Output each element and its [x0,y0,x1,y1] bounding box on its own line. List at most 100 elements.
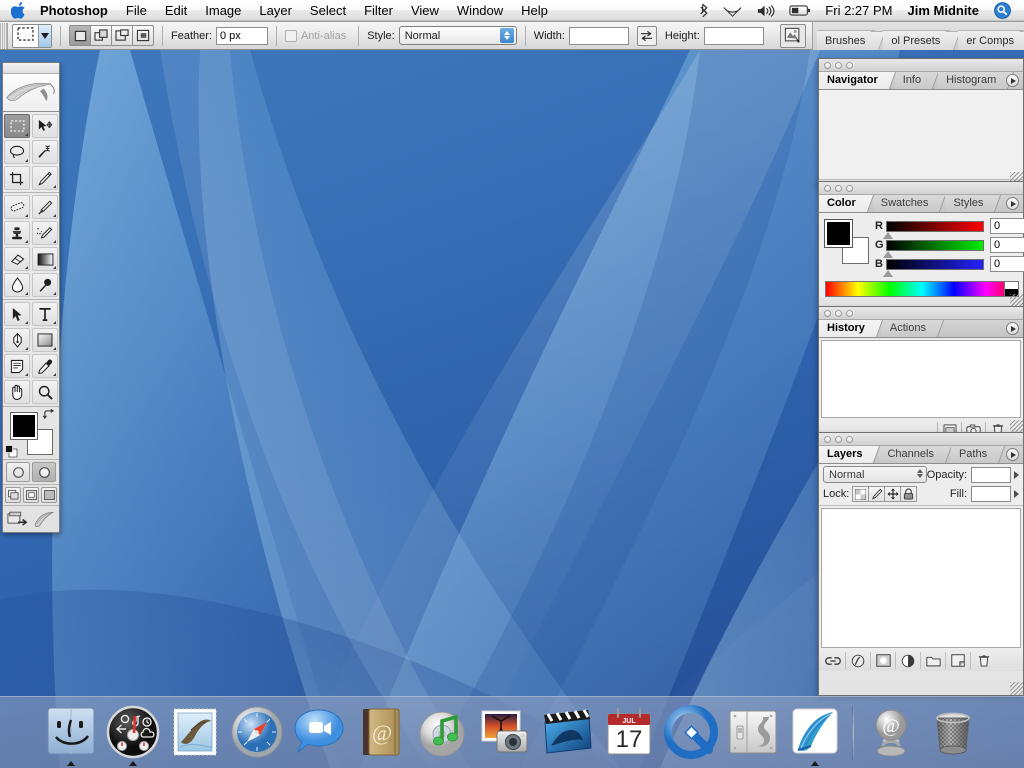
options-bar-grip[interactable] [0,23,8,49]
swap-colors-icon[interactable] [43,409,55,423]
dock-item-iphoto[interactable] [474,698,536,766]
dock-item-quicktime[interactable] [660,698,722,766]
dock-item-mail[interactable] [164,698,226,766]
palette-menu-icon[interactable] [1006,197,1019,210]
crop-tool[interactable] [4,166,30,190]
opacity-input[interactable] [971,467,1011,483]
fill-input[interactable] [971,486,1011,502]
layers-title-bar[interactable] [819,433,1023,446]
new-layer-icon[interactable] [946,652,971,669]
close-button[interactable] [824,310,831,317]
tab-color[interactable]: Color [819,195,865,212]
feather-input[interactable]: 0 px [216,27,268,45]
dock-item-finder[interactable] [40,698,102,766]
green-slider[interactable] [886,240,984,251]
standard-screen-mode-button[interactable] [5,487,21,503]
minimize-button[interactable] [835,185,842,192]
menu-help[interactable]: Help [512,0,557,22]
tab-swatches[interactable]: Swatches [873,195,938,212]
height-input[interactable] [704,27,764,45]
close-button[interactable] [824,62,831,69]
blue-slider[interactable] [886,259,984,270]
menu-user-name[interactable]: Jim Midnite [899,3,987,18]
well-tab-tool-presets[interactable]: ol Presets [883,30,950,50]
quick-mask-mode-button[interactable] [32,462,56,482]
navigator-thumbnail-view[interactable] [819,90,1023,180]
menu-layer[interactable]: Layer [250,0,301,22]
magic-wand-tool[interactable] [32,140,58,164]
zoom-button[interactable] [846,436,853,443]
eraser-tool[interactable] [4,247,30,271]
tool-preset-picker[interactable] [12,24,52,48]
slice-tool[interactable] [32,166,58,190]
history-title-bar[interactable] [819,307,1023,320]
color-title-bar[interactable] [819,182,1023,195]
new-group-icon[interactable] [921,652,946,669]
dodge-tool[interactable] [32,273,58,297]
notes-tool[interactable] [4,354,30,378]
eyedropper-tool[interactable] [32,354,58,378]
zoom-button[interactable] [846,62,853,69]
menu-edit[interactable]: Edit [156,0,196,22]
pen-tool[interactable] [4,328,30,352]
minimize-button[interactable] [835,436,842,443]
blend-mode-select[interactable]: Normal [823,466,927,483]
healing-brush-tool[interactable] [4,195,30,219]
link-layers-icon[interactable] [821,652,846,669]
palette-menu-icon[interactable] [1006,74,1019,87]
layers-resize-handle[interactable] [1010,682,1023,695]
fill-slider-arrow[interactable] [1014,490,1019,498]
hand-tool[interactable] [4,380,30,404]
tool-preset-dropdown-arrow[interactable] [38,25,51,47]
tab-histogram[interactable]: Histogram [938,72,1005,89]
lock-transparent-pixels-icon[interactable] [852,486,869,502]
rectangular-marquee-tool[interactable] [4,114,30,138]
file-browser-icon[interactable] [780,24,806,48]
anti-alias-checkbox[interactable] [285,30,297,42]
apple-logo-icon[interactable] [0,2,37,19]
red-slider[interactable] [886,221,984,232]
blue-value-input[interactable]: 0 [990,256,1024,272]
menu-window[interactable]: Window [448,0,512,22]
spotlight-search-icon[interactable] [987,2,1018,19]
battery-icon[interactable] [782,4,818,17]
jump-to-imageready-icon[interactable] [6,509,30,529]
full-screen-mode-button[interactable] [41,487,57,503]
add-to-selection-button[interactable] [90,25,112,46]
opacity-slider-arrow[interactable] [1014,471,1019,479]
layer-mask-icon[interactable] [871,652,896,669]
imageready-feather-icon[interactable] [32,509,56,529]
lasso-tool[interactable] [4,140,30,164]
menu-image[interactable]: Image [196,0,250,22]
layer-style-icon[interactable] [846,652,871,669]
clone-stamp-tool[interactable] [4,221,30,245]
tab-channels[interactable]: Channels [879,446,942,463]
width-input[interactable] [569,27,629,45]
dock-item-trash[interactable] [922,698,984,766]
menu-file[interactable]: File [117,0,156,22]
history-state-list[interactable] [821,340,1021,418]
minimize-button[interactable] [835,310,842,317]
dock-item-safari[interactable] [226,698,288,766]
zoom-button[interactable] [846,310,853,317]
brush-tool[interactable] [32,195,58,219]
type-tool[interactable] [32,302,58,326]
tab-history[interactable]: History [819,320,874,337]
style-select[interactable]: Normal [399,26,517,45]
zoom-button[interactable] [846,185,853,192]
close-button[interactable] [824,436,831,443]
green-value-input[interactable]: 0 [990,237,1024,253]
subtract-from-selection-button[interactable] [111,25,133,46]
path-selection-tool[interactable] [4,302,30,326]
dock-item-mail-widget[interactable]: @ [860,698,922,766]
default-colors-icon[interactable] [5,445,17,457]
lock-image-pixels-icon[interactable] [868,486,885,502]
menu-app-name[interactable]: Photoshop [37,0,117,22]
new-selection-button[interactable] [69,25,91,46]
full-screen-with-menu-bar-button[interactable] [23,487,39,503]
lock-position-icon[interactable] [884,486,901,502]
tab-navigator[interactable]: Navigator [819,72,887,89]
airport-wifi-icon[interactable] [716,4,749,18]
dock-item-ichat[interactable] [288,698,350,766]
menu-clock[interactable]: Fri 2:27 PM [818,0,899,22]
